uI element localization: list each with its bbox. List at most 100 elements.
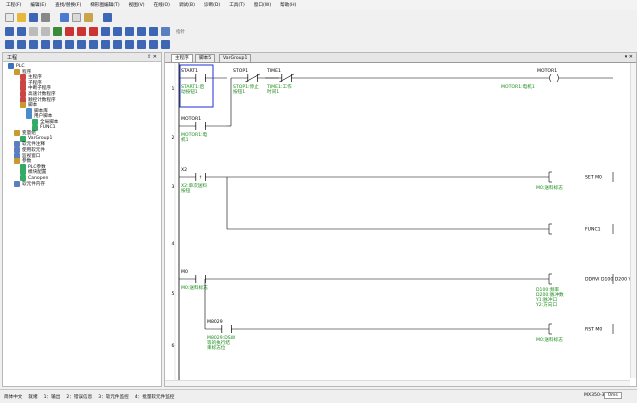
pointer-icon[interactable] xyxy=(161,27,170,36)
paste-icon[interactable] xyxy=(84,13,93,22)
tab-script[interactable]: 脚本5 xyxy=(195,54,216,62)
cut-icon[interactable] xyxy=(60,13,69,22)
print-icon[interactable] xyxy=(41,13,50,22)
stop-icon[interactable] xyxy=(65,27,74,36)
project-panel-header: 工程 ⇧ ✕ xyxy=(3,53,161,62)
instruction-set-m0-comment: M0:送料标志 xyxy=(536,184,563,191)
panel-controls[interactable]: ⇧ ✕ xyxy=(147,54,157,60)
run-icon[interactable] xyxy=(53,27,62,36)
new-file-icon[interactable] xyxy=(5,13,14,22)
no-contact-icon[interactable] xyxy=(5,40,14,49)
menu-view[interactable]: 视图(V) xyxy=(129,2,145,8)
instruction-ddrvi-comment: Y1:脉冲口 xyxy=(535,296,557,303)
status-batch-monitor-tab[interactable]: 4：批量软元件监控 xyxy=(135,394,175,400)
instruction-func1: FUNC1 xyxy=(585,227,601,233)
instruction-set-m0: SET M0 xyxy=(585,175,602,181)
contact-motor1-contact-comment: 机1 xyxy=(181,136,189,143)
upload-icon[interactable] xyxy=(89,27,98,36)
status-device-monitor-tab[interactable]: 3：软元件监控 xyxy=(98,394,129,400)
ladder-diagram[interactable]: 1 START1 START1:启动按钮1 STOP1 STOP1:停止按钮1 TIME1… xyxy=(165,63,630,382)
monitor-icon[interactable] xyxy=(41,27,50,36)
menu-tools[interactable]: 工具(T) xyxy=(229,2,245,8)
falling-edge-icon[interactable] xyxy=(65,40,74,49)
contact-x2-device: X2 xyxy=(181,167,187,173)
compile-icon[interactable] xyxy=(101,27,110,36)
read-plc-icon[interactable] xyxy=(5,27,14,36)
contact-m0-comment: M0:送料标志 xyxy=(181,284,208,291)
hline-icon[interactable] xyxy=(125,40,134,49)
menu-file[interactable]: 工程(F) xyxy=(6,2,21,8)
write-plc-icon[interactable] xyxy=(17,27,26,36)
tree-node-icon xyxy=(14,180,20,187)
nc-contact-icon[interactable] xyxy=(17,40,26,49)
instruction-rst-m0: RST M0 xyxy=(585,327,602,333)
parallel-no-icon[interactable] xyxy=(29,40,38,49)
toolbar-online: 指针 xyxy=(0,25,637,38)
search-icon[interactable] xyxy=(103,13,112,22)
coil-icon[interactable] xyxy=(101,40,110,49)
contact-stop1-comment: 按钮1 xyxy=(233,88,245,95)
diagnose-icon[interactable] xyxy=(125,27,134,36)
contact-stop1-comment: STOP1:停止 xyxy=(233,83,259,90)
contact-time1-comment: 时间1 xyxy=(267,88,279,95)
menu-window[interactable]: 窗口(W) xyxy=(254,2,271,8)
menu-ladder-edit[interactable]: 梯形图编辑(T) xyxy=(90,2,119,8)
editor-tabs: 主程序 脚本5 VarGroup1 ▾ ✕ xyxy=(165,53,636,63)
scan-time: 0ms xyxy=(604,392,622,399)
comment-icon[interactable] xyxy=(161,40,170,49)
contact-m8029-comment: 束标志位 xyxy=(207,344,226,351)
convert-icon[interactable] xyxy=(113,27,122,36)
menu-debug[interactable]: 调试(B) xyxy=(179,2,195,8)
open-folder-icon[interactable] xyxy=(17,13,26,22)
contact-motor1-contact-device: MOTOR1 xyxy=(181,116,201,122)
copy-icon[interactable] xyxy=(72,13,81,22)
status-error-tab[interactable]: 2：错误信息 xyxy=(66,394,92,400)
toolbar-ladder xyxy=(0,38,637,51)
contact-x2-comment: 按钮 xyxy=(181,187,191,194)
parallel-fall-icon[interactable] xyxy=(89,40,98,49)
contact-x2-edge: ↑ xyxy=(199,175,202,180)
download-icon[interactable] xyxy=(77,27,86,36)
coil-left-arc[interactable] xyxy=(549,73,552,83)
status-bar: 简体中文 就绪 1：输出 2：错误信息 3：软元件监控 4：批量软元件监控 MX… xyxy=(0,389,637,403)
contact-stop1-device: STOP1 xyxy=(233,68,248,74)
status-language: 简体中文 xyxy=(4,394,23,400)
parallel-nc-icon[interactable] xyxy=(41,40,50,49)
device-monitor-icon[interactable] xyxy=(137,27,146,36)
contact-start1-device: START1 xyxy=(181,68,198,74)
contact-m8029-comment: 等的执行结 xyxy=(207,339,230,346)
output-motor1-coil-comment: MOTOR1:电机1 xyxy=(501,83,535,90)
tree-node[interactable]: 软元件内存 xyxy=(14,180,45,187)
contact-motor1-contact-comment: MOTOR1:电 xyxy=(181,131,208,138)
rising-edge-icon[interactable] xyxy=(53,40,62,49)
rung-number: 2 xyxy=(172,135,175,141)
horizontal-scrollbar[interactable] xyxy=(165,380,630,386)
instruction-ddrvi-comment: D200:脉冲数 xyxy=(536,291,564,298)
coil-right-arc[interactable] xyxy=(556,73,559,83)
project-panel-title: 工程 xyxy=(7,54,18,61)
menu-diagnose[interactable]: 诊断(D) xyxy=(204,2,220,8)
tab-main-program[interactable]: 主程序 xyxy=(171,54,193,62)
tree-node-label: 软元件内存 xyxy=(22,181,45,187)
save-icon[interactable] xyxy=(29,13,38,22)
toolbar-standard xyxy=(0,11,637,24)
parallel-rise-icon[interactable] xyxy=(77,40,86,49)
tab-controls[interactable]: ▾ ✕ xyxy=(625,54,633,60)
menu-help[interactable]: 帮助(H) xyxy=(280,2,296,8)
instruction-ddrvi: DDRVI D100 D200 Y1 Y2 xyxy=(585,277,630,283)
instruction-icon[interactable] xyxy=(113,40,122,49)
menu-edit[interactable]: 编辑(E) xyxy=(30,2,46,8)
menu-online[interactable]: 在线(O) xyxy=(154,2,170,8)
verify-icon[interactable] xyxy=(29,27,38,36)
vline-icon[interactable] xyxy=(137,40,146,49)
tab-vargroup[interactable]: VarGroup1 xyxy=(219,54,252,62)
menu-find-replace[interactable]: 查找/替换(F) xyxy=(55,2,81,8)
output-motor1-coil-label: MOTOR1 xyxy=(537,68,557,74)
status-output-tab[interactable]: 1：输出 xyxy=(44,394,61,400)
status-ready: 就绪 xyxy=(28,394,38,400)
instruction-ddrvi-comment: D100:频率 xyxy=(536,286,559,293)
delete-line-icon[interactable] xyxy=(149,40,158,49)
settings-icon[interactable] xyxy=(149,27,158,36)
rung-number: 4 xyxy=(172,241,175,247)
vertical-scrollbar[interactable] xyxy=(630,63,636,378)
